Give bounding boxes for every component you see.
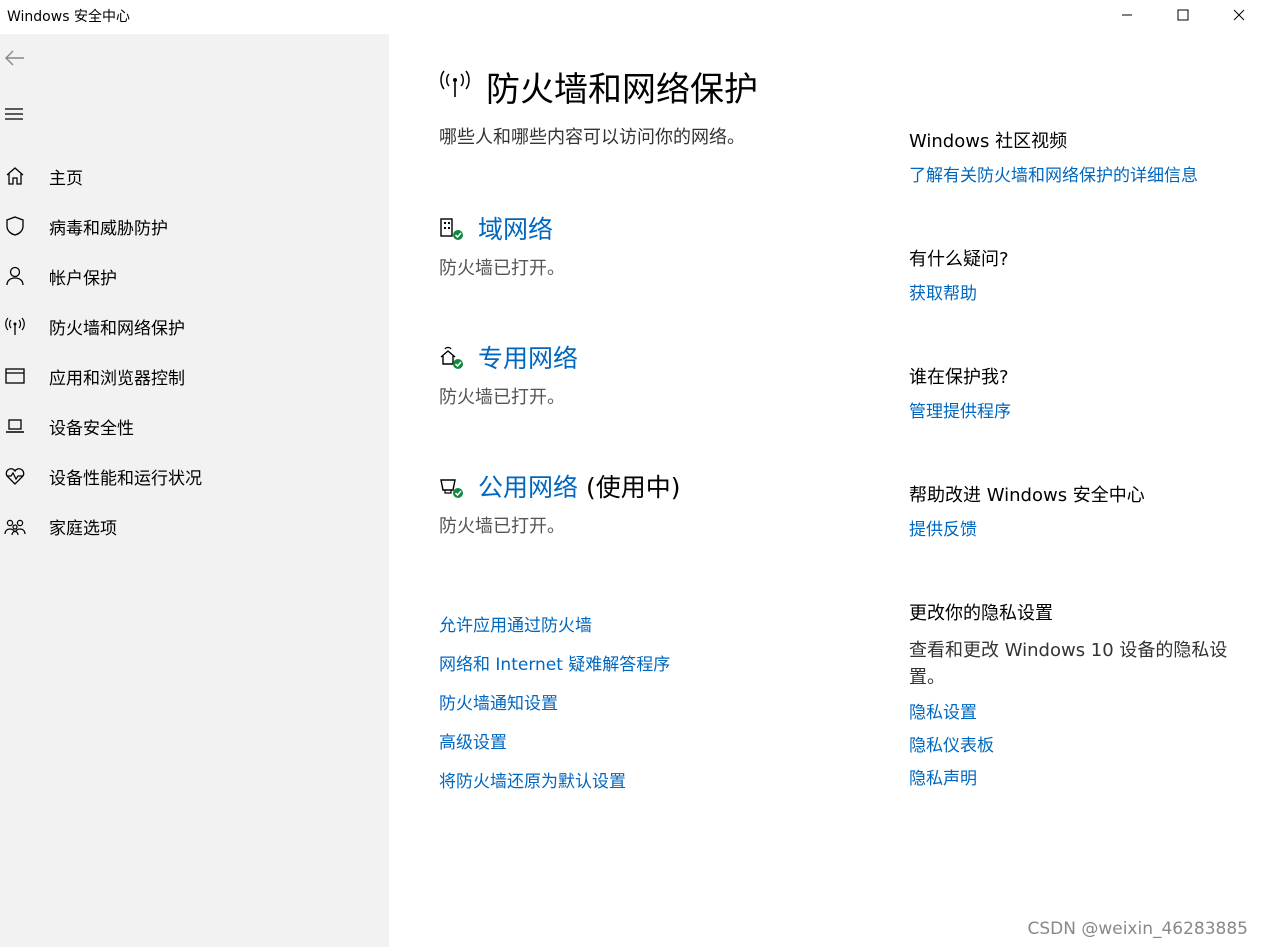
network-troubleshooter-link[interactable]: 网络和 Internet 疑难解答程序 <box>439 650 670 675</box>
close-button[interactable] <box>1214 0 1264 30</box>
sidebar: 主页 病毒和威胁防护 帐户保护 防火墙和网络保护 应用和浏览器控制 设备安全性 … <box>0 34 389 947</box>
close-icon <box>1233 9 1245 21</box>
private-network-icon <box>440 346 463 369</box>
minimize-button[interactable] <box>1102 0 1152 30</box>
firewall-notification-settings-link[interactable]: 防火墙通知设置 <box>439 689 558 714</box>
community-videos-heading: Windows 社区视频 <box>909 131 1068 152</box>
privacy-statement-link[interactable]: 隐私声明 <box>909 764 977 789</box>
get-help-link[interactable]: 获取帮助 <box>909 279 977 304</box>
maximize-icon <box>1177 9 1189 21</box>
window-title: Windows 安全中心 <box>7 9 130 25</box>
sidebar-item-device-security[interactable]: 设备安全性 <box>0 405 389 445</box>
sidebar-item-home[interactable]: 主页 <box>0 155 389 195</box>
domain-network-status: 防火墙已打开。 <box>439 258 565 279</box>
domain-network-icon <box>440 218 463 240</box>
improve-heading: 帮助改进 Windows 安全中心 <box>909 485 1145 506</box>
sidebar-item-label: 家庭选项 <box>49 519 117 539</box>
main-content: 防火墙和网络保护 哪些人和哪些内容可以访问你的网络。 域网络 防火墙已打开。 专… <box>389 34 1264 947</box>
sidebar-item-label: 应用和浏览器控制 <box>49 369 185 389</box>
learn-more-link[interactable]: 了解有关防火墙和网络保护的详细信息 <box>909 161 1198 186</box>
advanced-settings-link[interactable]: 高级设置 <box>439 728 507 753</box>
private-network-link[interactable]: 专用网络 <box>478 339 578 375</box>
sidebar-item-label: 防火墙和网络保护 <box>49 319 185 339</box>
home-icon <box>6 167 24 185</box>
privacy-heading: 更改你的隐私设置 <box>909 603 1053 624</box>
privacy-dashboard-link[interactable]: 隐私仪表板 <box>909 731 994 756</box>
public-network-link[interactable]: 公用网络 (使用中) <box>478 468 680 504</box>
person-icon <box>6 266 24 286</box>
give-feedback-link[interactable]: 提供反馈 <box>909 515 977 540</box>
sidebar-item-account-protection[interactable]: 帐户保护 <box>0 255 389 295</box>
allow-app-through-firewall-link[interactable]: 允许应用通过防火墙 <box>439 611 592 636</box>
questions-heading: 有什么疑问? <box>909 249 1009 270</box>
antenna-icon <box>440 70 470 97</box>
in-use-label: (使用中) <box>578 473 681 502</box>
maximize-button[interactable] <box>1158 0 1208 30</box>
private-network-status: 防火墙已打开。 <box>439 387 565 408</box>
privacy-settings-link[interactable]: 隐私设置 <box>909 698 977 723</box>
who-protects-heading: 谁在保护我? <box>909 367 1009 388</box>
minimize-icon <box>1122 14 1132 16</box>
public-network-status: 防火墙已打开。 <box>439 516 565 537</box>
sidebar-item-device-performance[interactable]: 设备性能和运行状况 <box>0 455 389 495</box>
shield-icon <box>6 216 24 236</box>
sidebar-item-firewall[interactable]: 防火墙和网络保护 <box>0 305 389 345</box>
page-subtitle: 哪些人和哪些内容可以访问你的网络。 <box>439 127 745 148</box>
sidebar-item-family-options[interactable]: 家庭选项 <box>0 505 389 545</box>
hamburger-icon <box>5 108 23 120</box>
public-network-icon <box>440 479 463 498</box>
domain-network-link[interactable]: 域网络 <box>478 210 553 246</box>
heart-pulse-icon <box>5 468 25 485</box>
sidebar-item-app-browser-control[interactable]: 应用和浏览器控制 <box>0 355 389 395</box>
family-icon <box>4 519 26 536</box>
browser-window-icon <box>5 368 25 384</box>
sidebar-item-label: 设备性能和运行状况 <box>49 469 202 489</box>
back-arrow-icon <box>5 50 24 66</box>
privacy-description: 查看和更改 Windows 10 设备的隐私设置。 <box>909 640 1228 688</box>
title-bar: Windows 安全中心 <box>0 0 1264 32</box>
page-title: 防火墙和网络保护 <box>486 70 758 110</box>
antenna-icon <box>5 317 25 335</box>
laptop-icon <box>6 419 24 433</box>
sidebar-item-label: 病毒和威胁防护 <box>49 219 168 239</box>
sidebar-item-label: 设备安全性 <box>49 419 134 439</box>
sidebar-item-label: 主页 <box>49 169 83 189</box>
back-button[interactable] <box>3 46 27 70</box>
manage-providers-link[interactable]: 管理提供程序 <box>909 397 1011 422</box>
watermark: CSDN @weixin_46283885 <box>1027 919 1248 939</box>
sidebar-item-label: 帐户保护 <box>49 269 117 289</box>
hamburger-menu-button[interactable] <box>3 104 27 124</box>
restore-defaults-link[interactable]: 将防火墙还原为默认设置 <box>439 767 626 792</box>
sidebar-item-virus-protection[interactable]: 病毒和威胁防护 <box>0 205 389 245</box>
